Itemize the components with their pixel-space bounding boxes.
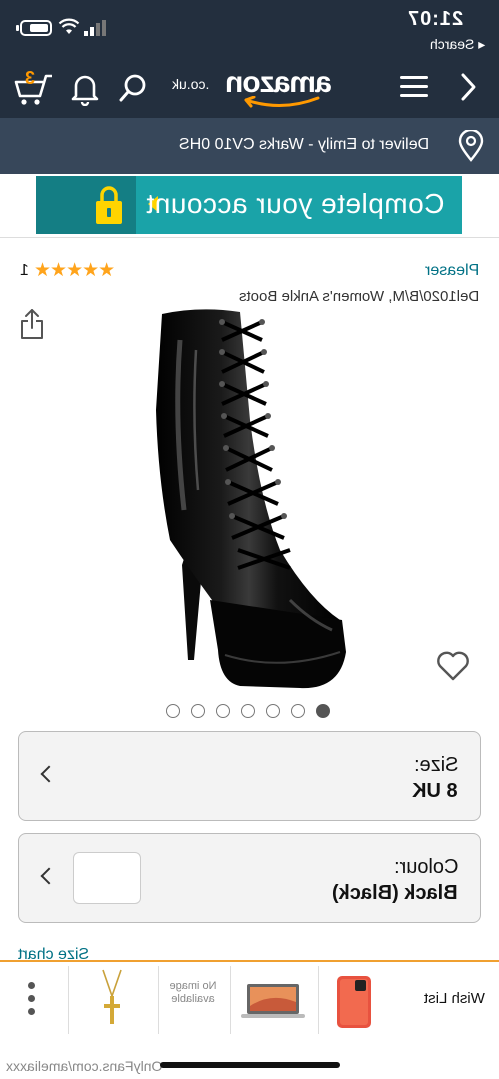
deliver-to-bar[interactable]: Deliver to Emily - Warks CV10 0HS (0, 118, 499, 174)
image-carousel-dots[interactable] (166, 704, 336, 720)
carousel-dot[interactable] (216, 704, 230, 718)
logo-domain-suffix: .co.uk (172, 76, 210, 92)
battery-icon (20, 20, 52, 36)
wishlist-heart-icon[interactable] (436, 650, 470, 682)
carousel-dot[interactable] (191, 704, 205, 718)
cart-count-badge: 3 (25, 68, 36, 88)
status-time: 21:07 (406, 8, 463, 30)
back-chevron-icon[interactable] (458, 72, 478, 102)
carousel-dot[interactable] (291, 704, 305, 718)
size-selector[interactable]: Size: 8 UK (18, 731, 481, 821)
location-pin-icon (458, 130, 484, 162)
notifications-bell-icon[interactable] (70, 72, 100, 106)
colour-label: Colour: (393, 856, 458, 878)
colour-value: Black (Black) (332, 882, 458, 904)
carousel-dot[interactable] (166, 704, 180, 718)
status-bar: 21:07 ◂ Search (0, 0, 499, 62)
logo-smile-arrow-icon (244, 96, 320, 108)
colour-selector[interactable]: Colour: Black (Black) (18, 833, 481, 923)
padlock-icon (96, 186, 122, 224)
app-header: 3 .co.uk amazon (0, 62, 499, 118)
carousel-dot[interactable] (241, 704, 255, 718)
phone-thumbnail (337, 976, 371, 1028)
star-rating[interactable]: ★★★★★ (34, 259, 115, 282)
brand-link[interactable]: Pleaser (425, 262, 479, 280)
complete-account-banner[interactable]: Complete your account (36, 176, 462, 234)
menu-hamburger-icon[interactable] (400, 74, 428, 100)
wish-list-label[interactable]: Wish List (424, 990, 485, 1007)
recent-item-laptop[interactable] (230, 966, 314, 1034)
recently-viewed-bar: No image available Wish List (0, 960, 499, 1036)
back-to-search-link[interactable]: ◂ Search (430, 36, 485, 53)
section-divider (0, 237, 499, 238)
size-chevron-icon (40, 765, 58, 783)
wifi-icon (58, 18, 80, 34)
deliver-address-text: Deliver to Emily - Warks CV10 0HS (178, 136, 429, 153)
recent-item-phone[interactable] (318, 966, 390, 1034)
colour-chevron-icon (40, 867, 58, 885)
recent-item-no-image[interactable]: No image available (158, 966, 226, 1034)
laptop-thumbnail (241, 984, 305, 1018)
banner-text: Complete your account (145, 188, 444, 219)
rating-count[interactable]: 1 (20, 262, 29, 280)
home-indicator[interactable] (160, 1062, 340, 1068)
share-icon[interactable] (20, 308, 44, 340)
carousel-dot[interactable] (316, 704, 330, 718)
size-label: Size: (413, 754, 458, 776)
logo-wordmark: amazon (226, 66, 332, 99)
battery-tip (16, 25, 19, 31)
no-image-available-text: No image available (169, 980, 217, 1005)
carousel-dot[interactable] (266, 704, 280, 718)
cross-necklace-thumbnail (102, 969, 122, 1024)
more-options-icon[interactable] (28, 982, 36, 1016)
search-icon[interactable] (118, 72, 148, 104)
colour-swatch[interactable] (73, 852, 141, 904)
recent-item-necklace[interactable] (68, 966, 154, 1034)
cellular-signal-icon (84, 20, 106, 36)
product-image-boot[interactable] (140, 300, 360, 695)
size-value: 8 UK (412, 780, 458, 802)
amazon-logo[interactable]: .co.uk amazon (172, 66, 332, 108)
